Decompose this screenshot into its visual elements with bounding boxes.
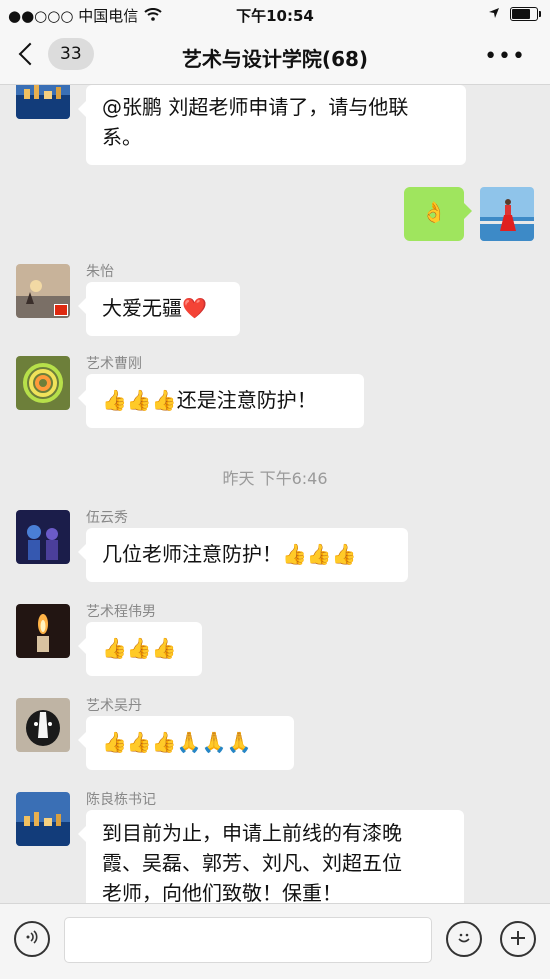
- sender-name: 艺术曹刚: [86, 356, 142, 372]
- plus-icon: [509, 926, 527, 952]
- sender-name: 伍云秀: [86, 510, 128, 526]
- voice-icon: [23, 928, 41, 951]
- message-input[interactable]: [64, 917, 432, 963]
- sender-name: 朱怡: [86, 264, 114, 280]
- message-text: 几位老师注意防护！👍👍👍: [102, 542, 357, 566]
- city-night-avatar[interactable]: [16, 792, 70, 846]
- sender-name: 艺术程伟男: [86, 604, 156, 620]
- message-text: 👌: [421, 200, 447, 224]
- message-bubble-self[interactable]: 👌: [404, 187, 472, 241]
- more-button[interactable]: •••: [484, 44, 526, 69]
- message-bubble[interactable]: 👍👍👍: [78, 622, 202, 676]
- message-bubble[interactable]: 几位老师注意防护！👍👍👍: [78, 528, 408, 582]
- dog-avatar[interactable]: [16, 698, 70, 752]
- sender-name: 艺术吴丹: [86, 698, 142, 714]
- status-time: 下午10:54: [236, 7, 314, 25]
- nav-bar: 33 艺术与设计学院(68) •••: [0, 28, 550, 85]
- message-line: 到目前为止，申请上前线的有漆晚: [102, 821, 402, 845]
- message-line: 老师，向他们致敬！保重！: [102, 881, 342, 903]
- chat-area[interactable]: @张鹏 刘超老师申请了，请与他联 系。 👌 朱怡 大爱无疆❤️ 艺术曹刚 👍👍👍…: [0, 85, 550, 903]
- message-bubble[interactable]: 大爱无疆❤️: [78, 282, 240, 336]
- input-bar: [0, 903, 550, 979]
- message-bubble[interactable]: 👍👍👍🙏🙏🙏: [78, 716, 294, 770]
- message-text: 👍👍👍: [102, 636, 177, 660]
- chat-title: 艺术与设计学院(68): [181, 47, 369, 71]
- message-line: 霞、吴磊、郭芳、刘凡、刘超五位: [102, 851, 402, 875]
- message-timestamp: 昨天 下午6:46: [222, 469, 328, 488]
- message-text: 大爱无疆❤️: [102, 296, 207, 320]
- woman-red-dress-avatar[interactable]: [480, 187, 534, 241]
- message-bubble[interactable]: 👍👍👍还是注意防护！: [78, 374, 364, 428]
- candle-avatar[interactable]: [16, 604, 70, 658]
- city-night-avatar[interactable]: [16, 85, 70, 119]
- plus-button[interactable]: [500, 921, 536, 957]
- message-line: 系。: [102, 125, 142, 149]
- message-line: @张鹏 刘超老师申请了，请与他联: [102, 95, 409, 119]
- battery-icon: [510, 7, 541, 21]
- sender-name: 陈良栋书记: [86, 792, 156, 808]
- night-figures-avatar[interactable]: [16, 510, 70, 564]
- location-arrow-icon: [488, 5, 500, 23]
- message-text: 👍👍👍🙏🙏🙏: [102, 730, 252, 754]
- voice-button[interactable]: [14, 921, 50, 957]
- emoji-icon: [454, 927, 474, 952]
- message-text: 👍👍👍还是注意防护！: [102, 388, 317, 412]
- message-bubble[interactable]: @张鹏 刘超老师申请了，请与他联 系。: [78, 85, 466, 165]
- rainbow-slinky-avatar[interactable]: [16, 356, 70, 410]
- emoji-button[interactable]: [446, 921, 482, 957]
- message-bubble[interactable]: 到目前为止，申请上前线的有漆晚 霞、吴磊、郭芳、刘凡、刘超五位 老师，向他们致敬…: [78, 810, 464, 903]
- sunset-avatar[interactable]: [16, 264, 70, 318]
- status-bar: ●●○○○ 中国电信 下午10:54: [0, 0, 550, 28]
